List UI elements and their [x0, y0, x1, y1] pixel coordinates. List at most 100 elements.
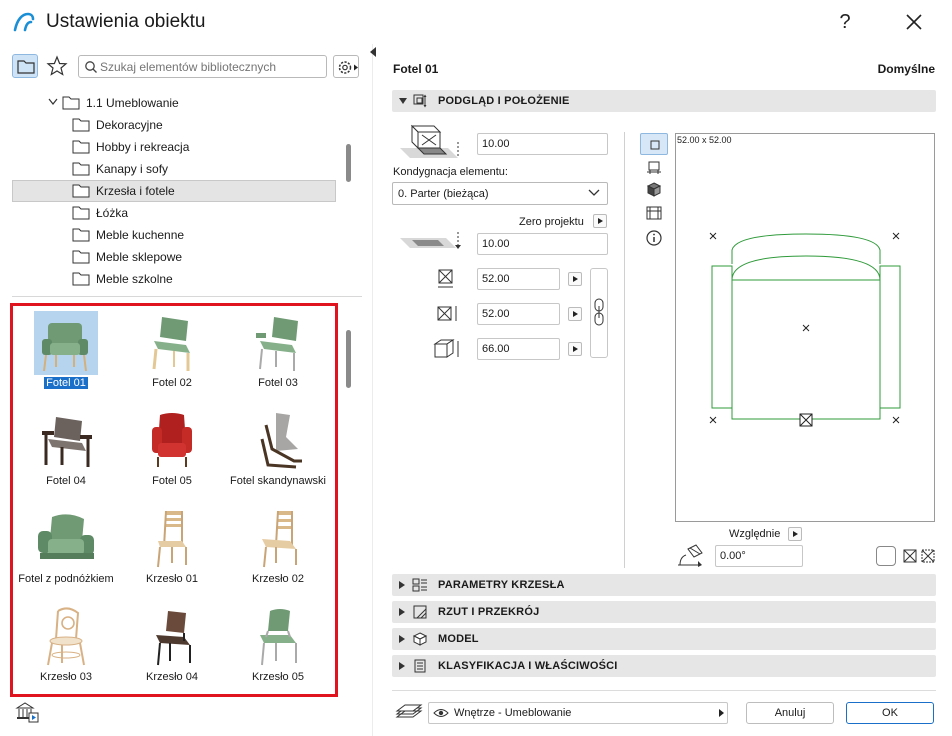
section-model[interactable]: MODEL	[392, 628, 936, 650]
view-section-icon[interactable]	[640, 202, 668, 224]
view-plan-button[interactable]	[640, 133, 668, 155]
divider	[624, 132, 625, 568]
grid-scrollbar[interactable]	[346, 330, 351, 388]
mirror-icon[interactable]	[902, 548, 936, 564]
close-icon[interactable]	[896, 8, 932, 36]
library-grid: Fotel 01 Fotel 02 Fotel 03 Fotel 04 Fote…	[10, 303, 338, 697]
dimension-z-input[interactable]: 66.00	[477, 338, 560, 360]
panel-splitter[interactable]	[372, 44, 373, 736]
rotation-angle-icon	[678, 544, 703, 567]
tree-item-label: Meble sklepowe	[96, 250, 183, 264]
grid-item-fotel-z-podnozkiem[interactable]: Fotel z podnóżkiem	[13, 504, 119, 602]
tree-item-meble-kuchenne[interactable]: Meble kuchenne	[12, 224, 336, 246]
collapse-arrow-icon[interactable]	[370, 47, 376, 57]
cube-icon	[412, 632, 428, 646]
grid-item-krzeslo-01[interactable]: Krzesło 01	[119, 504, 225, 602]
grid-item-label: Fotel skandynawski	[230, 475, 326, 487]
folder-icon	[72, 206, 90, 220]
zero-arrow-button[interactable]	[593, 214, 607, 228]
grid-item-krzeslo-02[interactable]: Krzesło 02	[225, 504, 331, 602]
chair-icon	[246, 507, 310, 571]
tree-item-dekoracyjne[interactable]: Dekoracyjne	[12, 114, 336, 136]
zero-elevation-input[interactable]: 10.00	[477, 233, 608, 255]
grid-item-label: Fotel z podnóżkiem	[18, 573, 114, 585]
dimension-x-arrow[interactable]	[568, 272, 582, 286]
plan-section-icon	[413, 605, 427, 619]
armchair-icon	[140, 311, 204, 375]
grid-item-fotel-05[interactable]: Fotel 05	[119, 406, 225, 504]
default-label[interactable]: Domyślne	[830, 62, 935, 76]
search-icon	[85, 61, 97, 73]
section-title: RZUT I PRZEKRÓJ	[438, 606, 540, 618]
grid-item-label: Krzesło 04	[146, 671, 198, 683]
chevron-right-icon	[399, 635, 405, 643]
tree-item-hobby[interactable]: Hobby i rekreacja	[12, 136, 336, 158]
rotation-angle-input[interactable]: 0.00°	[715, 545, 803, 567]
chevron-down-icon[interactable]	[48, 98, 58, 106]
tree-item-meble-szkolne[interactable]: Meble szkolne	[12, 268, 336, 290]
depth-icon	[437, 306, 457, 321]
grid-item-fotel-skandynawski[interactable]: Fotel skandynawski	[225, 406, 331, 504]
favorites-button[interactable]	[44, 54, 70, 78]
view-3d-icon[interactable]	[640, 179, 668, 201]
grid-item-label: Krzesło 02	[252, 573, 304, 585]
bentwood-chair-icon	[34, 605, 98, 669]
grid-item-fotel-01[interactable]: Fotel 01	[13, 308, 119, 406]
cancel-button[interactable]: Anuluj	[746, 702, 834, 724]
zero-label: Zero projektu	[519, 216, 584, 228]
dimension-z-arrow[interactable]	[568, 342, 582, 356]
library-manager-icon[interactable]	[14, 700, 40, 724]
section-plan-section[interactable]: RZUT I PRZEKRÓJ	[392, 601, 936, 623]
layer-select-value: Wnętrze - Umeblowanie	[454, 707, 572, 719]
section-preview-position[interactable]: PODGLĄD I POŁOŻENIE	[392, 90, 936, 112]
folder-icon	[72, 250, 90, 264]
grid-item-label: Fotel 02	[152, 377, 192, 389]
section-title: MODEL	[438, 633, 479, 645]
tree-item-kanapy[interactable]: Kanapy i sofy	[12, 158, 336, 180]
folder-icon	[72, 140, 90, 154]
elevation-icon	[400, 124, 459, 158]
info-icon[interactable]	[640, 227, 668, 249]
width-icon	[438, 269, 453, 288]
tree-item-krzesla[interactable]: Krzesła i fotele	[12, 180, 336, 202]
grid-item-krzeslo-03[interactable]: Krzesło 03	[13, 602, 119, 694]
tree-item-label: Kanapy i sofy	[96, 162, 169, 176]
grid-item-krzeslo-04[interactable]: Krzesło 04	[119, 602, 225, 694]
chevron-down-icon	[399, 98, 407, 104]
section-title: PARAMETRY KRZESŁA	[438, 579, 565, 591]
tree-scrollbar[interactable]	[346, 144, 351, 182]
dimension-x-input[interactable]: 52.00	[477, 268, 560, 290]
proportion-lock-toggle[interactable]	[590, 268, 608, 358]
search-input[interactable]	[100, 57, 322, 76]
relative-arrow-button[interactable]	[788, 527, 802, 541]
tree-item-lozka[interactable]: Łóżka	[12, 202, 336, 224]
section-chair-parameters[interactable]: PARAMETRY KRZESŁA	[392, 574, 936, 596]
storey-select-value: 0. Parter (bieżąca)	[398, 188, 489, 200]
app-logo-icon	[13, 12, 35, 32]
elevation-input[interactable]: 10.00	[477, 133, 608, 155]
storey-label: Kondygnacja elementu:	[393, 166, 508, 178]
dimension-y-input[interactable]: 52.00	[477, 303, 560, 325]
grid-item-fotel-04[interactable]: Fotel 04	[13, 406, 119, 504]
grid-item-fotel-02[interactable]: Fotel 02	[119, 308, 225, 406]
folder-view-button[interactable]	[12, 54, 38, 78]
tree-item-meble-sklepowe[interactable]: Meble sklepowe	[12, 246, 336, 268]
armchair-icon	[34, 507, 98, 571]
gear-icon	[338, 61, 358, 74]
armchair-icon	[34, 311, 98, 375]
library-settings-button[interactable]	[333, 55, 359, 78]
chevron-right-icon	[719, 709, 724, 717]
ok-button[interactable]: OK	[846, 702, 934, 724]
tree-item-label: 1.1 Umeblowanie	[86, 96, 179, 110]
grid-item-krzeslo-05[interactable]: Krzesło 05	[225, 602, 331, 694]
help-button[interactable]: ?	[828, 8, 862, 36]
section-classification[interactable]: KLASYFIKACJA I WŁAŚCIWOŚCI	[392, 655, 936, 677]
tree-item-umeblowanie[interactable]: 1.1 Umeblowanie	[12, 92, 336, 114]
grid-item-fotel-03[interactable]: Fotel 03	[225, 308, 331, 406]
grid-item-label: Fotel 03	[258, 377, 298, 389]
chair-icon	[140, 507, 204, 571]
chevron-right-icon	[399, 581, 405, 589]
dimension-y-arrow[interactable]	[568, 307, 582, 321]
mirror-toggle[interactable]	[876, 546, 896, 566]
view-side-icon[interactable]	[640, 157, 668, 179]
